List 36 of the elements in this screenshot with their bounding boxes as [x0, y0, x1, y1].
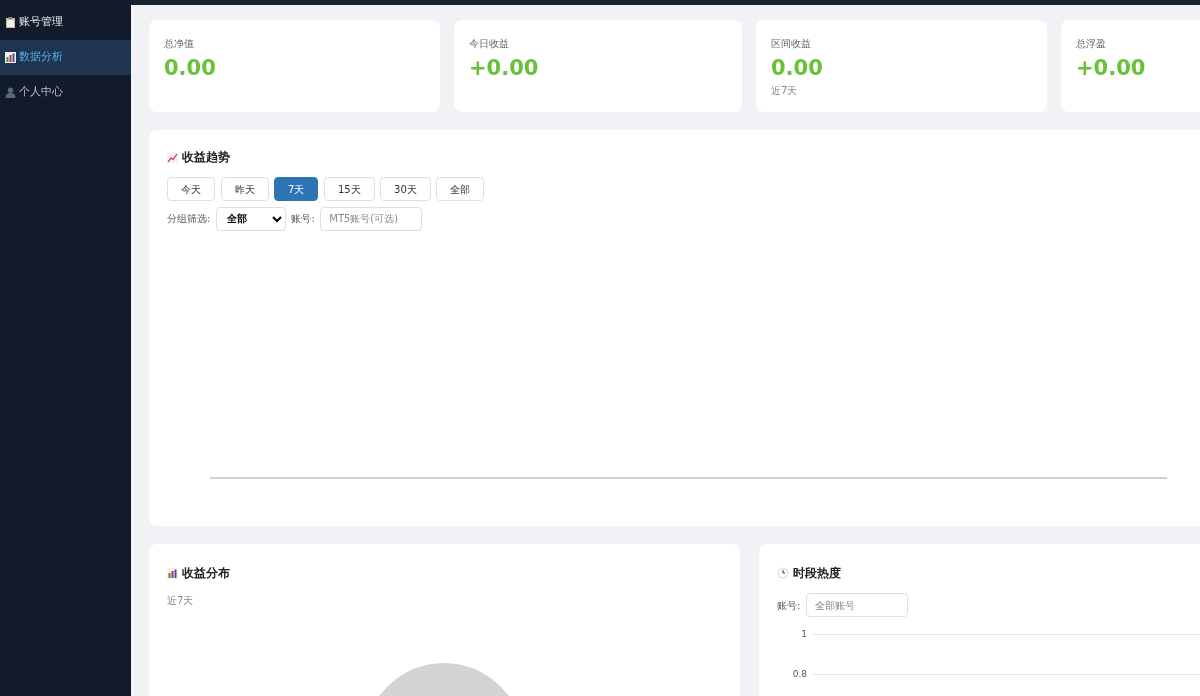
account-field[interactable]: MT5账号(可选)	[320, 206, 423, 231]
range-button[interactable]: 30天	[380, 177, 431, 201]
axis-label: 1	[800, 628, 807, 641]
filter-label: 账号:	[777, 598, 801, 613]
sidebar-item[interactable]: 个人中心	[0, 75, 131, 110]
card-title: 时段热度	[793, 565, 841, 582]
stat-label: 区间收益	[771, 37, 812, 51]
range-button[interactable]: 昨天	[220, 177, 269, 201]
bar-chart-icon	[5, 52, 16, 63]
sidebar-item[interactable]: 账号管理	[0, 5, 131, 40]
card-title: 收益分布	[182, 565, 230, 582]
clipboard-icon	[5, 17, 16, 28]
stat-label: 总浮盈	[1076, 37, 1107, 51]
clock-icon	[777, 567, 789, 579]
person-icon	[5, 87, 16, 98]
axis-label: 0.8	[791, 667, 807, 681]
bar-chart-icon	[167, 567, 178, 579]
sidebar-item[interactable]: 数据分析	[0, 40, 131, 75]
stat-value: +0.00	[1076, 56, 1147, 82]
stat-value: +0.00	[469, 56, 540, 82]
stat-label: 今日收益	[469, 37, 510, 51]
range-button[interactable]: 7天	[274, 177, 319, 201]
range-button[interactable]: 今天	[167, 177, 215, 201]
card-title: 收益趋势	[182, 149, 230, 166]
range-button[interactable]: 15天	[323, 177, 375, 201]
filter-label: 账号:	[291, 212, 315, 226]
account-field[interactable]: 全部账号	[805, 593, 908, 617]
range-button[interactable]: 全部	[436, 177, 485, 201]
group-select[interactable]: 全部	[215, 206, 286, 231]
stat-value: 0.00	[771, 56, 824, 82]
stat-value: 0.00	[164, 56, 217, 82]
card-subtitle: 近7天	[167, 594, 195, 608]
line-chart-icon	[167, 151, 178, 163]
stat-note: 近7天	[771, 84, 799, 99]
stat-label: 总净值	[164, 37, 195, 51]
filter-label: 分组筛选:	[167, 212, 211, 226]
